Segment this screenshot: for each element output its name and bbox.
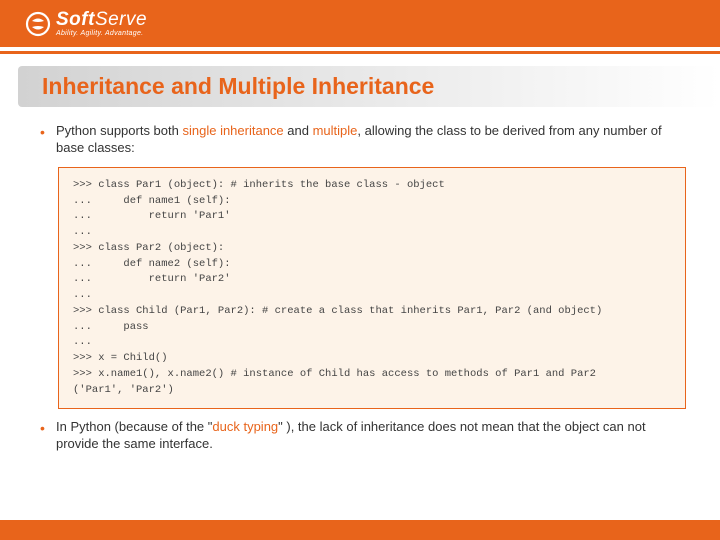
bullet-item: Python supports both single inheritance … — [40, 123, 688, 157]
logo-name: SoftServe — [56, 10, 147, 29]
title-bar: Inheritance and Multiple Inheritance — [18, 66, 720, 107]
footer — [0, 520, 720, 540]
divider — [0, 51, 720, 54]
page-title: Inheritance and Multiple Inheritance — [42, 73, 696, 100]
code-block: >>> class Par1 (object): # inherits the … — [58, 167, 686, 410]
logo-tagline: Ability. Agility. Advantage. — [56, 30, 147, 37]
header: SoftServe Ability. Agility. Advantage. — [0, 0, 720, 47]
bullet-item: In Python (because of the "duck typing" … — [40, 419, 688, 453]
content: Python supports both single inheritance … — [0, 107, 720, 453]
logo-mark-icon — [24, 10, 52, 38]
logo: SoftServe Ability. Agility. Advantage. — [24, 10, 147, 38]
